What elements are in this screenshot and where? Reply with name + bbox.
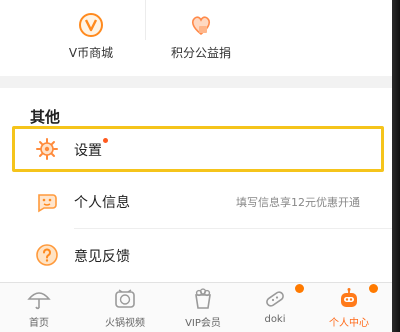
- hotpot-video-icon: [115, 289, 135, 308]
- personal-info-label: 个人信息: [74, 195, 130, 211]
- profile-badge: [369, 284, 378, 293]
- section-separator: [0, 76, 392, 88]
- tab-profile-label: 个人中心: [329, 318, 369, 329]
- row-divider: [74, 228, 392, 229]
- feedback-question-icon: [36, 244, 58, 266]
- v-coin-store-label: V币商城: [68, 46, 114, 60]
- doki-badge: [295, 284, 304, 293]
- profile-robot-icon: [341, 288, 357, 307]
- tab-doki-label: doki: [264, 314, 286, 325]
- tab-hotpot-video-label: 火锅视频: [105, 318, 145, 329]
- charity-gift-icon: [191, 16, 211, 36]
- personal-info-hint: 填写信息享12元优惠开通: [236, 196, 360, 209]
- shortcut-grid: V币商城 积分公益捐: [0, 0, 392, 72]
- personal-info-icon: [38, 194, 57, 213]
- tab-vip[interactable]: VIP会员: [164, 283, 242, 332]
- points-charity-button[interactable]: 积分公益捐: [146, 0, 256, 72]
- v-coin-icon: [79, 13, 103, 37]
- tab-profile[interactable]: 个人中心: [310, 283, 388, 332]
- bottom-tab-bar: 首页 火锅视频 VIP会员 doki 个人中心: [0, 282, 392, 332]
- points-charity-label: 积分公益捐: [170, 46, 231, 60]
- vip-popcorn-icon: [195, 288, 211, 309]
- feedback-label: 意见反馈: [74, 249, 130, 265]
- doki-icon: [266, 291, 284, 307]
- v-coin-store-button[interactable]: V币商城: [36, 0, 146, 72]
- feedback-row[interactable]: 意见反馈: [0, 230, 392, 282]
- tab-home-label: 首页: [29, 318, 49, 329]
- device-edge: [392, 0, 400, 332]
- umbrella-icon: [27, 292, 51, 310]
- settings-highlight-frame: [12, 126, 384, 172]
- personal-info-row[interactable]: 个人信息 填写信息享12元优惠开通: [0, 176, 392, 228]
- tab-doki[interactable]: doki: [236, 283, 314, 332]
- tab-home[interactable]: 首页: [0, 283, 78, 332]
- tab-hotpot-video[interactable]: 火锅视频: [86, 283, 164, 332]
- phone-screen: V币商城 积分公益捐 其他 设置 个人信息 填写信息享12元优惠开通 意见反馈 …: [0, 0, 392, 332]
- tab-vip-label: VIP会员: [185, 318, 221, 329]
